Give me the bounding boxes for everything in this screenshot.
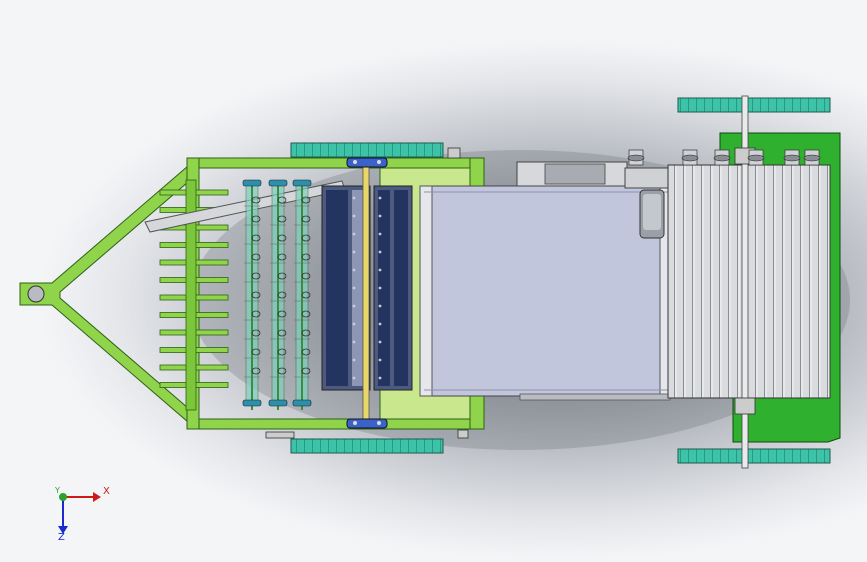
- z-axis-label: Z: [58, 532, 65, 543]
- sprocket-icon: [681, 149, 699, 166]
- lower-rail: [519, 393, 671, 401]
- conveyor-belt[interactable]: [419, 185, 671, 397]
- y-axis-dot: [59, 493, 67, 501]
- y-axis-label: Y: [55, 486, 60, 495]
- sprocket-icon: [803, 149, 821, 166]
- sprocket-icon: [627, 149, 645, 166]
- pickup-roller: [268, 179, 288, 410]
- pickup-rollers[interactable]: [242, 179, 312, 410]
- axis-triad: [58, 492, 101, 534]
- front-wheel-top[interactable]: [290, 142, 444, 158]
- chamber-sprockets: [627, 149, 821, 166]
- bearing-top[interactable]: [346, 157, 388, 168]
- sprocket-icon: [747, 149, 765, 166]
- hitch-ring-icon: [27, 285, 45, 303]
- main-cross-shaft[interactable]: [362, 165, 370, 425]
- rear-wheel-top[interactable]: [677, 97, 831, 113]
- chain-sprocket-top: [447, 147, 461, 159]
- machine-assembly-drawing[interactable]: [0, 0, 867, 562]
- cad-graphics-viewport[interactable]: X Y Z: [0, 0, 867, 562]
- pickup-roller: [292, 179, 312, 410]
- sprocket-icon: [783, 149, 801, 166]
- x-axis-label: X: [103, 486, 110, 497]
- front-wheel-bottom[interactable]: [290, 438, 444, 454]
- sprocket-icon: [713, 149, 731, 166]
- bale-chamber-cylinder[interactable]: [667, 164, 831, 399]
- rear-wheel-bottom[interactable]: [677, 448, 831, 464]
- bearing-bottom[interactable]: [346, 418, 388, 429]
- hydraulic-motor[interactable]: [639, 189, 665, 239]
